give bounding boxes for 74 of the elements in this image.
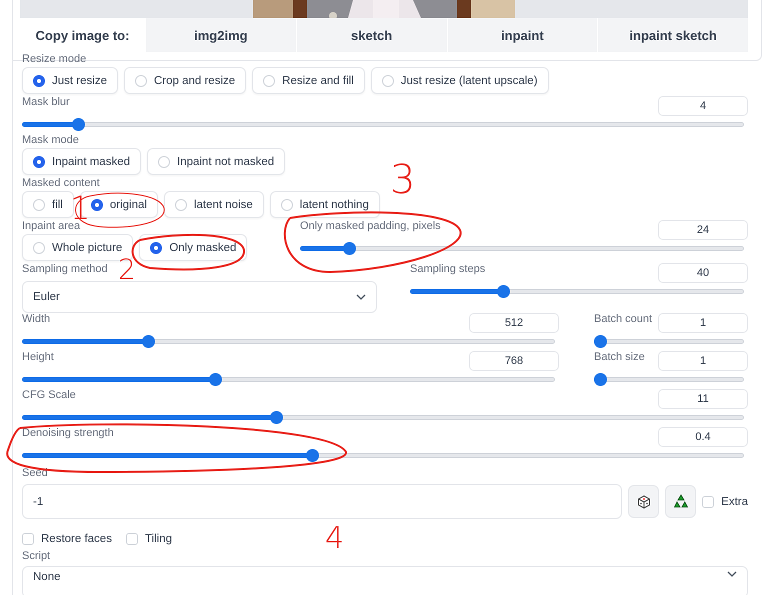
number-field[interactable]: 0.4 xyxy=(658,427,748,447)
radio-option[interactable]: fill xyxy=(22,191,74,218)
radio-option[interactable]: Just resize (latent upscale) xyxy=(370,67,549,94)
dropdown[interactable]: None xyxy=(22,566,748,595)
radio-option[interactable]: Inpaint not masked xyxy=(147,148,286,175)
reuse-seed-button[interactable] xyxy=(665,485,696,518)
slider-label: Batch size xyxy=(594,351,645,364)
annotation-number: 3 xyxy=(390,160,416,200)
radio-option[interactable]: Resize and fill xyxy=(252,67,365,94)
copy-target-button[interactable]: sketch xyxy=(296,18,446,52)
field-label: Script xyxy=(22,550,50,563)
number-field[interactable]: 4 xyxy=(658,96,748,116)
checkbox[interactable] xyxy=(22,533,34,545)
field-label: Sampling method xyxy=(22,263,108,276)
copy-target-button[interactable]: inpaint sketch xyxy=(597,18,748,52)
checkbox[interactable] xyxy=(126,533,138,545)
number-field[interactable]: 40 xyxy=(658,263,748,283)
slider-thumb[interactable] xyxy=(343,242,356,255)
field-label: Seed xyxy=(22,467,48,480)
slider-thumb[interactable] xyxy=(306,449,319,462)
slider-track[interactable] xyxy=(22,411,744,424)
radio-option[interactable]: Inpaint masked xyxy=(22,148,141,175)
dropdown[interactable]: Euler xyxy=(22,281,377,313)
checkbox-label: Restore faces xyxy=(41,533,112,545)
random-seed-button[interactable] xyxy=(628,485,660,518)
slider-label: Width xyxy=(22,313,50,326)
slider-label: Mask blur xyxy=(22,96,70,109)
group-label: Resize mode xyxy=(22,53,86,66)
number-field[interactable]: 512 xyxy=(469,313,559,333)
slider-track[interactable] xyxy=(22,449,744,462)
dice-icon xyxy=(636,494,651,508)
copy-label: Copy image to: xyxy=(34,26,130,45)
copy-target-button[interactable]: inpaint xyxy=(446,18,598,52)
slider-track[interactable] xyxy=(22,373,555,386)
slider-label: Denoising strength xyxy=(22,427,114,440)
checkbox-label: Tiling xyxy=(144,533,172,545)
checkbox-label: Extra xyxy=(721,496,748,508)
radio-option[interactable]: Crop and resize xyxy=(124,67,246,94)
slider-track[interactable] xyxy=(300,242,744,255)
chevron-icon xyxy=(356,294,366,300)
slider-thumb[interactable] xyxy=(594,373,607,386)
slider-track[interactable] xyxy=(594,335,744,348)
number-field[interactable]: 11 xyxy=(658,389,748,409)
slider-label: CFG Scale xyxy=(22,389,76,402)
slider-track[interactable] xyxy=(22,118,744,131)
number-field[interactable]: 1 xyxy=(658,351,748,371)
slider-track[interactable] xyxy=(22,335,555,348)
group-label: Mask mode xyxy=(22,134,79,147)
slider-track[interactable] xyxy=(410,285,744,298)
slider-label: Sampling steps xyxy=(410,263,486,276)
copy-target-button[interactable]: img2img xyxy=(145,18,296,52)
slider-thumb[interactable] xyxy=(209,373,222,386)
annotation-number: 4 xyxy=(325,524,344,554)
slider-thumb[interactable] xyxy=(142,335,155,348)
group-label: Masked content xyxy=(22,177,100,190)
slider-label: Batch count xyxy=(594,313,652,326)
radio-option[interactable]: Just resize xyxy=(22,67,118,94)
number-field[interactable]: 1 xyxy=(658,313,748,333)
slider-track[interactable] xyxy=(594,373,744,386)
slider-thumb[interactable] xyxy=(72,118,85,131)
radio-option[interactable]: Only masked xyxy=(139,234,248,261)
slider-label: Height xyxy=(22,351,54,364)
slider-thumb[interactable] xyxy=(270,411,284,424)
slider-thumb[interactable] xyxy=(496,285,510,298)
number-field[interactable]: 24 xyxy=(658,220,748,240)
checkbox[interactable] xyxy=(702,496,714,508)
radio-option[interactable]: latent noise xyxy=(164,191,264,218)
chevron-icon xyxy=(727,571,737,577)
slider-label: Only masked padding, pixels xyxy=(300,220,441,233)
group-label: Inpaint area xyxy=(22,220,80,233)
radio-option[interactable]: latent nothing xyxy=(270,191,380,218)
number-field[interactable]: 768 xyxy=(469,351,559,371)
slider-thumb[interactable] xyxy=(594,335,607,348)
seed-field[interactable]: -1 xyxy=(22,484,622,519)
